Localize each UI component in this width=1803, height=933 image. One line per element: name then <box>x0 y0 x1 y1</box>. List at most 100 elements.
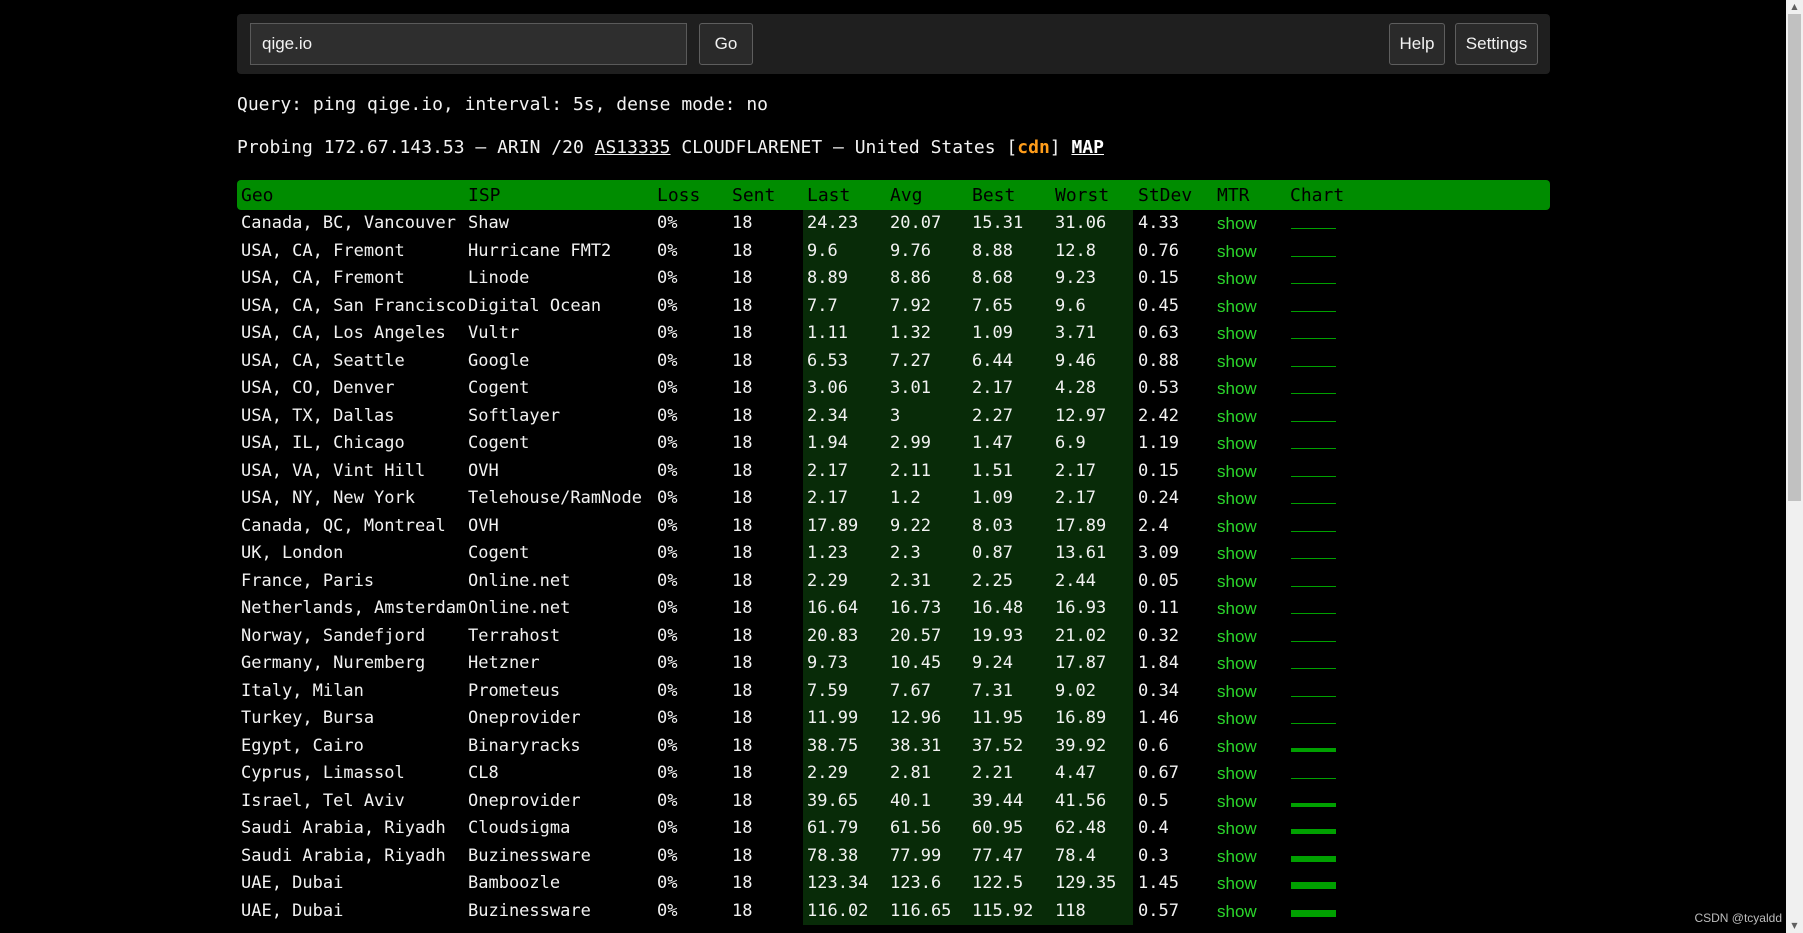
mtr-show-link[interactable]: show <box>1217 843 1257 871</box>
latency-sparkline[interactable] <box>1291 802 1336 807</box>
watermark: CSDN @tcyaldd <box>1694 911 1782 925</box>
latency-sparkline[interactable] <box>1291 338 1336 339</box>
latency-sparkline[interactable] <box>1291 420 1336 422</box>
cell-avg: 16.73 <box>890 598 942 618</box>
vertical-scrollbar[interactable]: ▲ ▼ <box>1786 0 1803 933</box>
mtr-show-link[interactable]: show <box>1217 540 1257 568</box>
help-button[interactable]: Help <box>1389 23 1445 65</box>
mtr-show-link[interactable]: show <box>1217 705 1257 733</box>
cell-isp: Linode <box>468 268 530 288</box>
cell-geo: Italy, Milan <box>241 680 364 701</box>
cell-worst: 31.06 <box>1055 213 1107 233</box>
latency-sparkline[interactable] <box>1291 747 1336 752</box>
mtr-show-link[interactable]: show <box>1217 458 1257 486</box>
latency-sparkline[interactable] <box>1291 640 1336 642</box>
asn-link[interactable]: AS13335 <box>595 137 671 158</box>
mtr-show-link[interactable]: show <box>1217 870 1257 898</box>
cell-isp: Shaw <box>468 213 509 233</box>
latency-sparkline[interactable] <box>1291 613 1336 614</box>
cell-loss: 0% <box>657 845 678 866</box>
cell-sent: 18 <box>732 873 753 893</box>
probe-prefix: Probing 172.67.143.53 — ARIN /20 <box>237 137 595 158</box>
latency-sparkline[interactable] <box>1291 778 1336 779</box>
mtr-show-link[interactable]: show <box>1217 265 1257 293</box>
latency-sparkline[interactable] <box>1291 723 1336 724</box>
cell-worst: 118 <box>1055 900 1086 921</box>
mtr-show-link[interactable]: show <box>1217 898 1257 926</box>
latency-sparkline[interactable] <box>1291 283 1336 284</box>
latency-sparkline[interactable] <box>1291 558 1336 559</box>
cell-isp: Cogent <box>468 378 530 398</box>
cell-stdev: 0.15 <box>1138 460 1179 481</box>
mtr-show-link[interactable]: show <box>1217 210 1257 238</box>
settings-button[interactable]: Settings <box>1455 23 1538 65</box>
cell-loss: 0% <box>657 323 678 343</box>
latency-sparkline[interactable] <box>1291 228 1336 229</box>
scrollbar-thumb[interactable] <box>1788 14 1801 501</box>
cell-worst: 12.97 <box>1055 405 1107 426</box>
latency-sparkline[interactable] <box>1291 829 1336 834</box>
map-link[interactable]: MAP <box>1071 137 1104 158</box>
cell-stdev: 0.15 <box>1138 268 1179 288</box>
mtr-show-link[interactable]: show <box>1217 238 1257 266</box>
cell-last: 11.99 <box>807 708 859 728</box>
cell-best: 1.09 <box>972 488 1013 508</box>
latency-sparkline[interactable] <box>1291 668 1336 669</box>
cell-stdev: 1.84 <box>1138 653 1179 673</box>
mtr-show-link[interactable]: show <box>1217 678 1257 706</box>
mtr-show-link[interactable]: show <box>1217 650 1257 678</box>
mtr-show-link[interactable]: show <box>1217 430 1257 458</box>
mtr-show-link[interactable]: show <box>1217 788 1257 816</box>
cell-stdev: 0.45 <box>1138 295 1179 316</box>
latency-sparkline[interactable] <box>1291 475 1336 477</box>
cell-avg: 7.67 <box>890 680 931 701</box>
cell-stdev: 0.67 <box>1138 763 1179 783</box>
cell-sent: 18 <box>732 378 753 398</box>
latency-sparkline[interactable] <box>1291 882 1336 889</box>
latency-sparkline[interactable] <box>1291 365 1336 367</box>
latency-sparkline[interactable] <box>1291 503 1336 504</box>
latency-sparkline[interactable] <box>1291 909 1336 917</box>
host-input[interactable] <box>250 23 687 65</box>
mtr-show-link[interactable]: show <box>1217 403 1257 431</box>
latency-sparkline[interactable] <box>1291 393 1336 394</box>
cell-loss: 0% <box>657 488 678 508</box>
cell-loss: 0% <box>657 625 678 646</box>
mtr-show-link[interactable]: show <box>1217 733 1257 761</box>
cell-avg: 12.96 <box>890 708 942 728</box>
mtr-show-link[interactable]: show <box>1217 760 1257 788</box>
cell-loss: 0% <box>657 268 678 288</box>
latency-sparkline[interactable] <box>1291 695 1336 697</box>
mtr-show-link[interactable]: show <box>1217 485 1257 513</box>
table-row: USA, CA, Seattle Google 0% 18 6.53 7.27 6.44 9.… <box>237 348 1550 376</box>
mtr-show-link[interactable]: show <box>1217 513 1257 541</box>
cell-isp: Online.net <box>468 570 571 591</box>
cell-sent: 18 <box>732 818 753 838</box>
scroll-down-arrow-icon[interactable]: ▼ <box>1786 919 1803 933</box>
mtr-show-link[interactable]: show <box>1217 815 1257 843</box>
cell-geo: USA, CA, Los Angeles <box>241 323 446 343</box>
cell-stdev: 0.5 <box>1138 790 1169 811</box>
cell-sent: 18 <box>732 680 753 701</box>
mtr-show-link[interactable]: show <box>1217 375 1257 403</box>
mtr-show-link[interactable]: show <box>1217 568 1257 596</box>
scroll-up-arrow-icon[interactable]: ▲ <box>1786 0 1803 14</box>
mtr-show-link[interactable]: show <box>1217 320 1257 348</box>
header-isp: ISP <box>468 185 501 206</box>
mtr-show-link[interactable]: show <box>1217 623 1257 651</box>
mtr-show-link[interactable]: show <box>1217 348 1257 376</box>
latency-sparkline[interactable] <box>1291 448 1336 449</box>
cell-isp: Binaryracks <box>468 735 581 756</box>
mtr-show-link[interactable]: show <box>1217 595 1257 623</box>
latency-sparkline[interactable] <box>1291 310 1336 312</box>
cell-stdev: 0.63 <box>1138 323 1179 343</box>
cell-geo: USA, VA, Vint Hill <box>241 460 426 481</box>
cell-geo: USA, TX, Dallas <box>241 405 395 426</box>
go-button[interactable]: Go <box>699 23 753 65</box>
latency-sparkline[interactable] <box>1291 255 1336 257</box>
latency-sparkline[interactable] <box>1291 530 1336 532</box>
cell-avg: 123.6 <box>890 873 942 893</box>
latency-sparkline[interactable] <box>1291 585 1336 587</box>
mtr-show-link[interactable]: show <box>1217 293 1257 321</box>
latency-sparkline[interactable] <box>1291 855 1336 862</box>
